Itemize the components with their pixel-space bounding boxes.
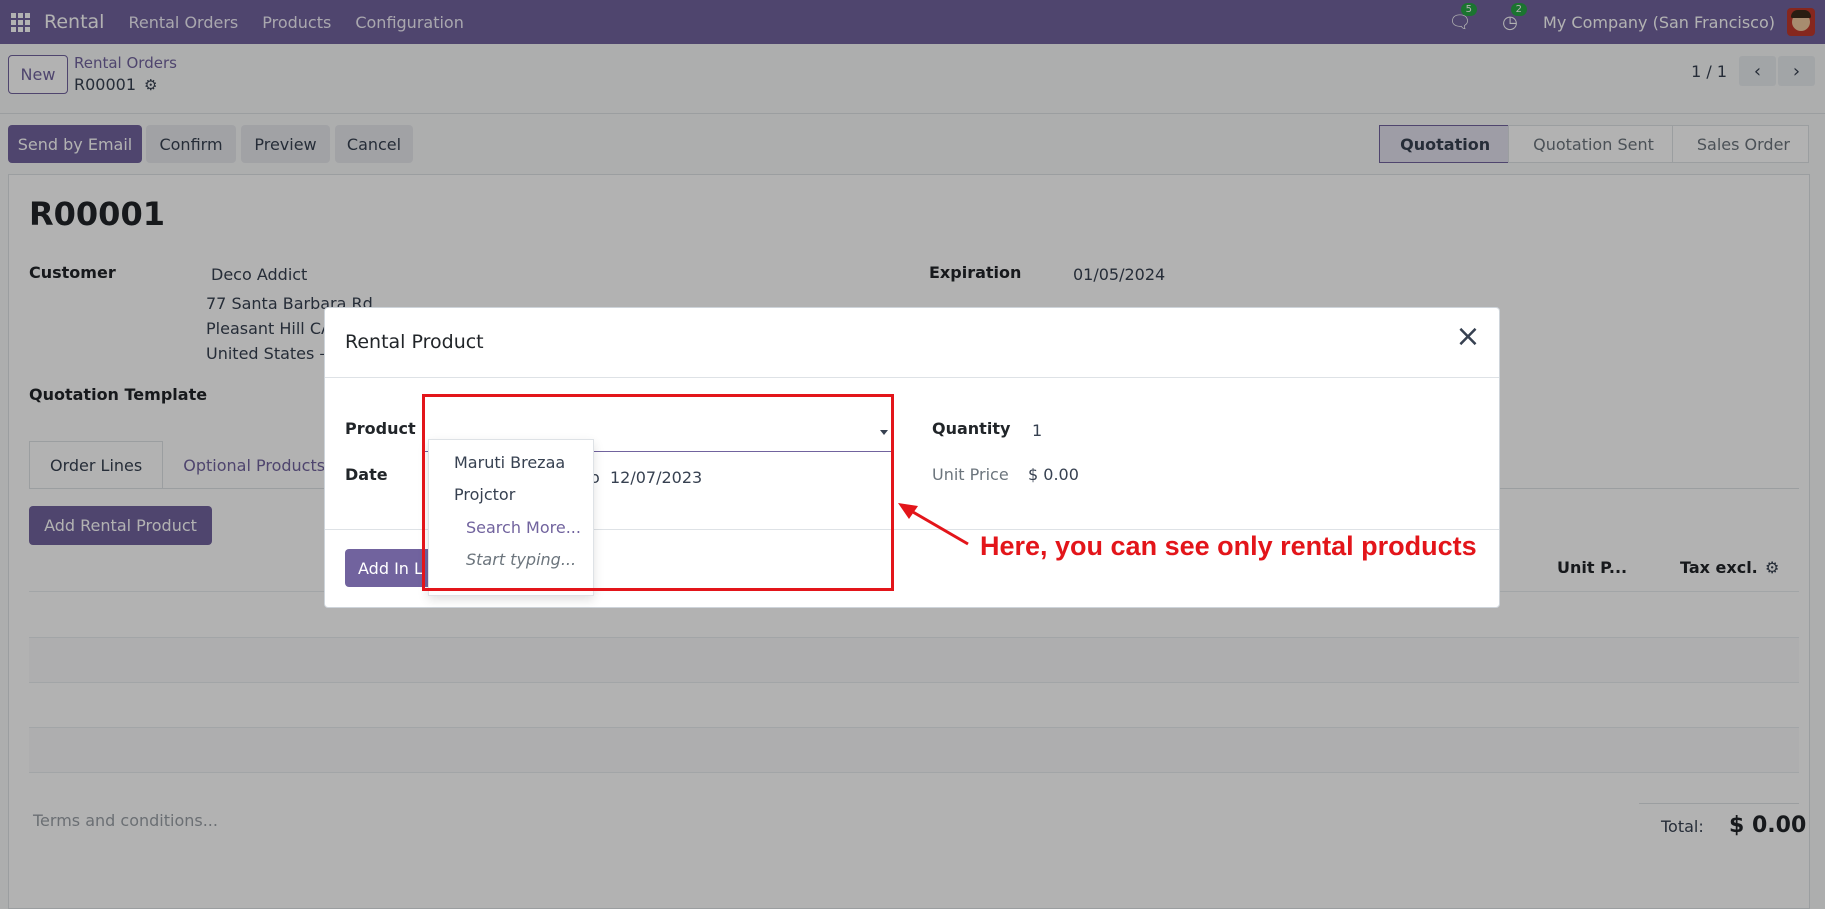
dialog-title: Rental Product [345, 331, 484, 353]
quantity-field[interactable]: 1 [1032, 421, 1042, 440]
unit-price-label: Unit Price [932, 465, 1009, 484]
product-label: Product [345, 419, 416, 438]
annotation-text: Here, you can see only rental products [980, 531, 1477, 561]
highlight-box [422, 394, 894, 591]
close-icon[interactable]: × [1453, 322, 1483, 352]
unit-price-value: $ 0.00 [1028, 465, 1079, 484]
annotation-arrow-icon [898, 503, 969, 546]
date-label: Date [345, 465, 388, 484]
quantity-label: Quantity [932, 419, 1011, 438]
